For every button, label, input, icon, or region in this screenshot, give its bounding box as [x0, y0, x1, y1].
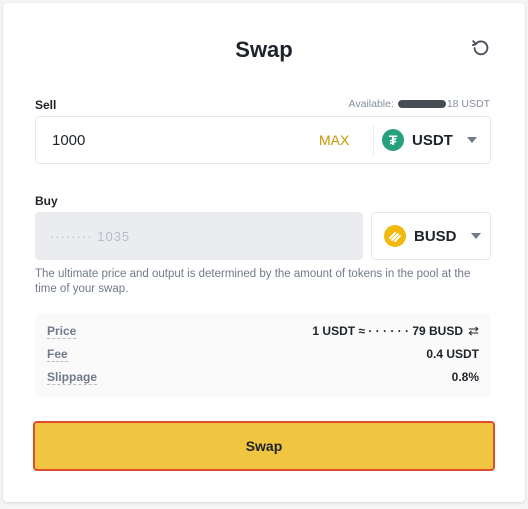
fee-row: Fee 0.4 USDT	[47, 347, 479, 365]
buy-label: Buy	[35, 194, 58, 208]
buy-amount-value: ········ 1035	[50, 229, 131, 244]
buy-amount-field: ········ 1035	[35, 212, 363, 260]
fee-label: Fee	[47, 347, 68, 362]
sell-token-symbol: USDT	[412, 131, 453, 149]
buy-token-inner[interactable]: BUSD	[384, 225, 481, 247]
sell-amount-input[interactable]: 1000	[52, 132, 85, 149]
chevron-down-icon	[466, 137, 477, 143]
fee-value: 0.4 USDT	[426, 347, 479, 361]
max-button[interactable]: MAX	[319, 132, 349, 148]
divider	[373, 125, 374, 156]
price-row: Price 1 USDT ≈ · · · · · · 79 BUSD ⇄	[47, 323, 479, 342]
slippage-row: Slippage 0.8%	[47, 370, 479, 388]
sell-label: Sell	[35, 98, 57, 112]
buy-token-symbol: BUSD	[414, 227, 457, 245]
page-title: Swap	[235, 37, 293, 62]
pool-note: The ultimate price and output is determi…	[35, 268, 471, 295]
masked-balance	[397, 100, 446, 109]
buy-token-select[interactable]: BUSD	[371, 212, 491, 260]
price-label: Price	[47, 324, 77, 339]
available-suffix: 18 USDT	[446, 98, 490, 110]
refresh-icon[interactable]	[470, 37, 492, 59]
swap-details: Price 1 USDT ≈ · · · · · · 79 BUSD ⇄ Fee…	[35, 313, 491, 397]
swap-rate-icon[interactable]: ⇄	[468, 323, 479, 339]
usdt-icon: ₮	[382, 129, 404, 151]
available-prefix: Available:	[348, 98, 397, 110]
sell-amount-field[interactable]: 1000 MAX ₮ USDT	[35, 116, 491, 164]
sell-token-select[interactable]: ₮ USDT	[382, 129, 477, 151]
slippage-label: Slippage	[47, 370, 98, 385]
price-value: 1 USDT ≈ · · · · · · 79 BUSD	[312, 324, 463, 338]
available-balance: Available: 18 USDT	[349, 98, 490, 110]
slippage-value: 0.8%	[451, 370, 479, 384]
chevron-down-icon	[470, 233, 481, 239]
swap-button[interactable]: Swap	[33, 421, 495, 471]
busd-icon	[384, 225, 406, 247]
